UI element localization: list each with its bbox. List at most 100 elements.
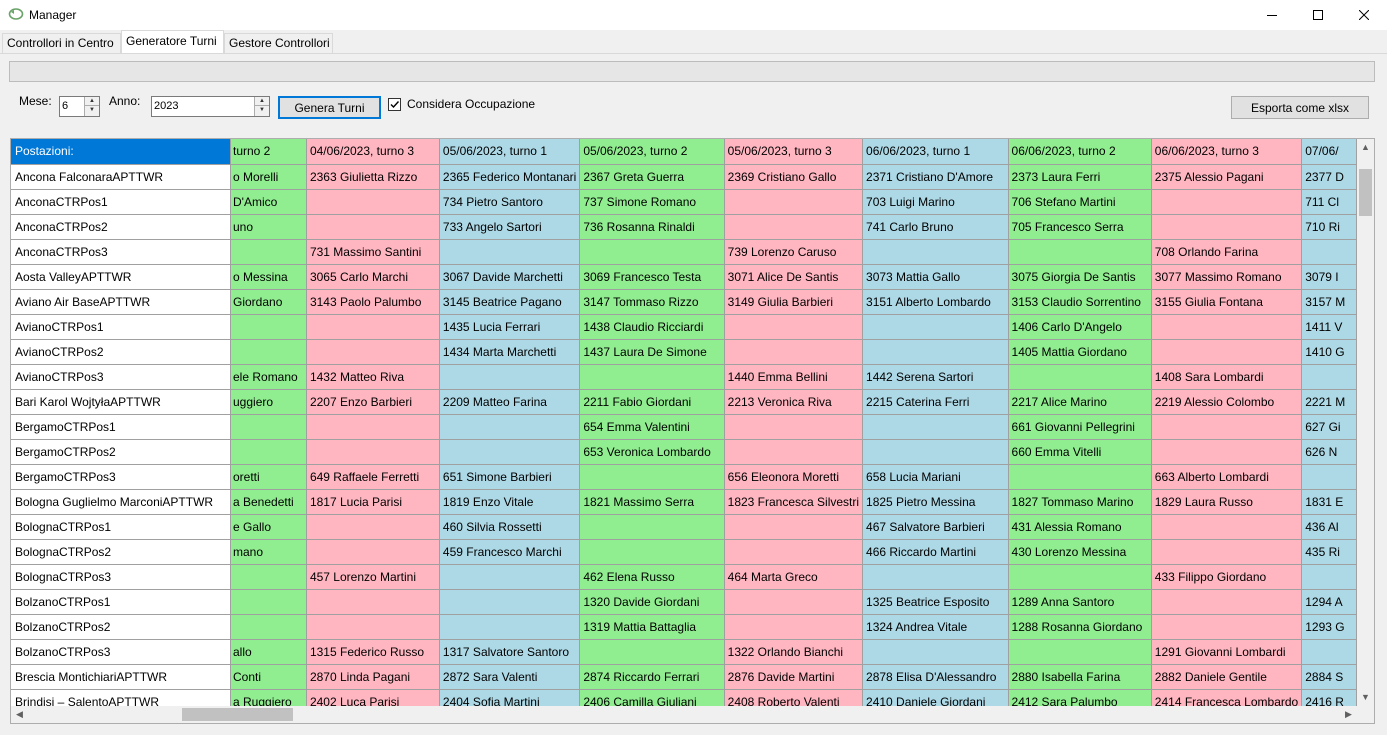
shift-cell[interactable]: [724, 214, 864, 240]
shift-cell[interactable]: 1437 Laura De Simone: [579, 339, 725, 365]
close-button[interactable]: [1341, 0, 1387, 30]
shift-cell[interactable]: 3157 M: [1301, 289, 1357, 315]
shift-cell[interactable]: [306, 214, 440, 240]
tab-controllori-in-centro[interactable]: Controllori in Centro: [2, 33, 121, 53]
shift-cell[interactable]: [579, 364, 725, 390]
postazione-name[interactable]: AnconaCTRPos2: [11, 214, 231, 240]
shift-cell[interactable]: Conti: [230, 664, 307, 690]
scroll-up-icon[interactable]: ▲: [1357, 139, 1374, 156]
esporta-xlsx-button[interactable]: Esporta come xlsx: [1231, 96, 1369, 119]
shift-cell[interactable]: [579, 539, 725, 565]
shift-cell[interactable]: [724, 614, 864, 640]
shift-cell[interactable]: 627 Gi: [1301, 414, 1357, 440]
scroll-left-icon[interactable]: ◀: [11, 706, 28, 723]
shift-cell[interactable]: 2402 Luca Parisi: [306, 689, 440, 706]
shift-cell[interactable]: 460 Silvia Rossetti: [439, 514, 581, 540]
shift-cell[interactable]: 1829 Laura Russo: [1151, 489, 1303, 515]
shift-cell[interactable]: [306, 589, 440, 615]
shift-cell[interactable]: 2406 Camilla Giuliani: [579, 689, 725, 706]
shift-cell[interactable]: [230, 339, 307, 365]
postazione-name[interactable]: BolognaCTRPos3: [11, 564, 231, 590]
shift-cell[interactable]: 2414 Francesca Lombardo: [1151, 689, 1303, 706]
shift-cell[interactable]: [579, 464, 725, 490]
mese-up-icon[interactable]: ▲: [85, 97, 99, 106]
postazione-name[interactable]: Brindisi – SalentoAPTTWR: [11, 689, 231, 706]
shift-cell[interactable]: [724, 589, 864, 615]
shift-cell[interactable]: 2882 Daniele Gentile: [1151, 664, 1303, 690]
postazione-name[interactable]: AnconaCTRPos1: [11, 189, 231, 215]
shift-cell[interactable]: 1823 Francesca Silvestri: [724, 489, 864, 515]
shift-cell[interactable]: 2213 Veronica Riva: [724, 389, 864, 415]
shift-cell[interactable]: 2215 Caterina Ferri: [862, 389, 1009, 415]
shift-cell[interactable]: 1320 Davide Giordani: [579, 589, 725, 615]
shift-cell[interactable]: 1827 Tommaso Marino: [1008, 489, 1152, 515]
shift-cell[interactable]: [1151, 314, 1303, 340]
shift-cell[interactable]: [306, 414, 440, 440]
turni-grid[interactable]: turno 2 04/06/2023, turno 3 05/06/2023, tu…: [10, 138, 1375, 724]
shift-cell[interactable]: 2404 Sofia Martini: [439, 689, 581, 706]
shift-cell[interactable]: [724, 514, 864, 540]
shift-cell[interactable]: e Gallo: [230, 514, 307, 540]
postazione-name[interactable]: Brescia MontichiariAPTTWR: [11, 664, 231, 690]
shift-cell[interactable]: 2377 D: [1301, 164, 1357, 190]
column-header[interactable]: 07/06/: [1301, 139, 1357, 165]
shift-cell[interactable]: 3077 Massimo Romano: [1151, 264, 1303, 290]
shift-cell[interactable]: 739 Lorenzo Caruso: [724, 239, 864, 265]
shift-cell[interactable]: 2209 Matteo Farina: [439, 389, 581, 415]
shift-cell[interactable]: 3143 Paolo Palumbo: [306, 289, 440, 315]
postazione-name[interactable]: BolzanoCTRPos3: [11, 639, 231, 665]
column-header[interactable]: 06/06/2023, turno 1: [862, 139, 1009, 165]
shift-cell[interactable]: [862, 239, 1009, 265]
shift-cell[interactable]: 2217 Alice Marino: [1008, 389, 1152, 415]
shift-cell[interactable]: [439, 439, 581, 465]
horizontal-scroll-thumb[interactable]: [182, 708, 293, 721]
maximize-button[interactable]: [1295, 0, 1341, 30]
shift-cell[interactable]: [1008, 239, 1152, 265]
shift-cell[interactable]: [1151, 189, 1303, 215]
postazione-name[interactable]: BergamoCTRPos2: [11, 439, 231, 465]
shift-cell[interactable]: 3153 Claudio Sorrentino: [1008, 289, 1152, 315]
shift-cell[interactable]: 3065 Carlo Marchi: [306, 264, 440, 290]
anno-down-icon[interactable]: ▼: [255, 106, 269, 115]
mese-down-icon[interactable]: ▼: [85, 106, 99, 115]
shift-cell[interactable]: [230, 314, 307, 340]
shift-cell[interactable]: 2872 Sara Valenti: [439, 664, 581, 690]
postazione-name[interactable]: BolzanoCTRPos1: [11, 589, 231, 615]
scroll-right-icon[interactable]: ▶: [1340, 706, 1357, 723]
postazione-name[interactable]: Bologna Guglielmo MarconiAPTTWR: [11, 489, 231, 515]
shift-cell[interactable]: [724, 539, 864, 565]
shift-cell[interactable]: 2221 M: [1301, 389, 1357, 415]
shift-cell[interactable]: 1435 Lucia Ferrari: [439, 314, 581, 340]
shift-cell[interactable]: 1434 Marta Marchetti: [439, 339, 581, 365]
shift-cell[interactable]: 1319 Mattia Battaglia: [579, 614, 725, 640]
shift-cell[interactable]: [306, 539, 440, 565]
shift-cell[interactable]: [862, 639, 1009, 665]
shift-cell[interactable]: 2416 R: [1301, 689, 1357, 706]
considera-occupazione-checkbox[interactable]: [388, 98, 401, 111]
shift-cell[interactable]: 2365 Federico Montanari: [439, 164, 581, 190]
postazione-name[interactable]: BolognaCTRPos1: [11, 514, 231, 540]
shift-cell[interactable]: 1294 A: [1301, 589, 1357, 615]
shift-cell[interactable]: 656 Eleonora Moretti: [724, 464, 864, 490]
shift-cell[interactable]: 3071 Alice De Santis: [724, 264, 864, 290]
shift-cell[interactable]: 2207 Enzo Barbieri: [306, 389, 440, 415]
shift-cell[interactable]: 733 Angelo Sartori: [439, 214, 581, 240]
anno-stepper[interactable]: 2023 ▲ ▼: [151, 96, 270, 117]
shift-cell[interactable]: 626 N: [1301, 439, 1357, 465]
postazione-name[interactable]: AvianoCTRPos1: [11, 314, 231, 340]
shift-cell[interactable]: [862, 439, 1009, 465]
shift-cell[interactable]: 1411 V: [1301, 314, 1357, 340]
shift-cell[interactable]: [579, 514, 725, 540]
shift-cell[interactable]: [1151, 339, 1303, 365]
postazione-name[interactable]: BolzanoCTRPos2: [11, 614, 231, 640]
shift-cell[interactable]: 462 Elena Russo: [579, 564, 725, 590]
shift-cell[interactable]: 2884 S: [1301, 664, 1357, 690]
shift-cell[interactable]: [862, 339, 1009, 365]
shift-cell[interactable]: [1301, 639, 1357, 665]
shift-cell[interactable]: 1817 Lucia Parisi: [306, 489, 440, 515]
shift-cell[interactable]: 2880 Isabella Farina: [1008, 664, 1152, 690]
shift-cell[interactable]: 2371 Cristiano D'Amore: [862, 164, 1009, 190]
postazione-name[interactable]: Bari Karol WojtyłaAPTTWR: [11, 389, 231, 415]
shift-cell[interactable]: 467 Salvatore Barbieri: [862, 514, 1009, 540]
shift-cell[interactable]: [724, 314, 864, 340]
